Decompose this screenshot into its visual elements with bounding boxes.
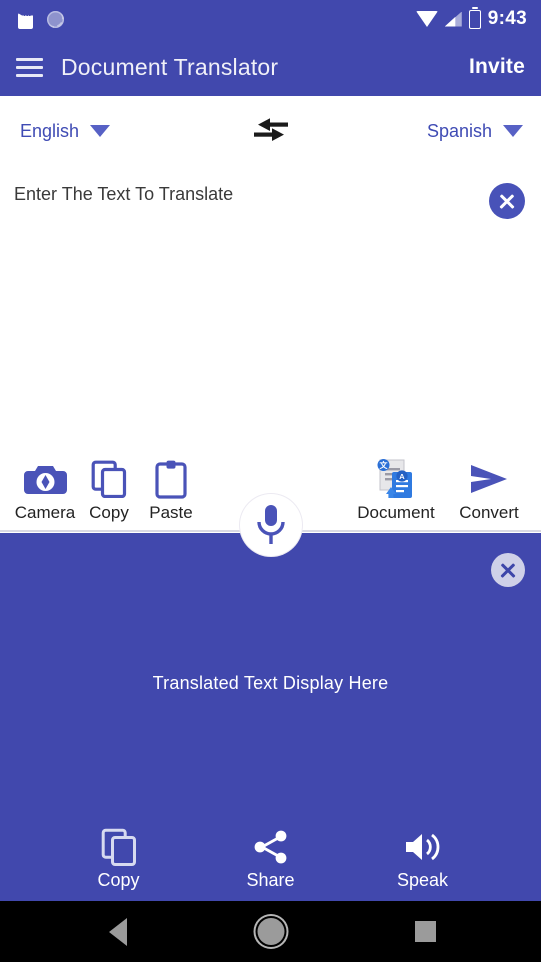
sync-icon	[47, 10, 64, 28]
android-navigation-bar	[0, 901, 541, 962]
target-language-dropdown[interactable]: Spanish	[427, 121, 523, 142]
svg-text:文: 文	[380, 460, 389, 470]
share-translation-button[interactable]: Share	[234, 826, 308, 891]
chevron-down-icon	[503, 125, 523, 137]
source-language-label: English	[20, 120, 80, 141]
copy-icon	[91, 457, 127, 500]
copy-label: Copy	[89, 503, 129, 522]
svg-text:A: A	[399, 472, 405, 481]
translated-text-panel: Translated Text Display Here Copy Share …	[0, 533, 541, 901]
hamburger-menu-icon[interactable]	[16, 57, 43, 77]
output-action-toolbar: Copy Share Speak	[0, 826, 541, 891]
language-selector-bar: English Spanish	[0, 96, 541, 166]
copy-button[interactable]: Copy	[78, 452, 140, 523]
clear-source-text-button[interactable]	[489, 183, 525, 219]
translated-text: Translated Text Display Here	[152, 672, 389, 693]
back-triangle-icon[interactable]	[109, 917, 127, 946]
copy-translation-button[interactable]: Copy	[82, 826, 156, 891]
camera-label: Camera	[14, 503, 76, 522]
source-text-panel: Enter The Text To Translate	[0, 166, 541, 452]
status-bar-right-icons: 9:43	[415, 8, 527, 30]
microphone-button[interactable]	[239, 494, 302, 556]
status-bar: 9:43	[0, 0, 541, 38]
source-language-dropdown[interactable]: English	[20, 120, 111, 142]
document-label: Document	[357, 503, 435, 522]
status-bar-clock: 9:43	[487, 8, 527, 29]
paste-button[interactable]: Paste	[140, 452, 202, 523]
share-label: Share	[246, 870, 295, 890]
battery-charging-icon	[468, 9, 481, 29]
swap-languages-button[interactable]	[248, 113, 294, 149]
document-translate-icon: 文 A	[373, 457, 419, 500]
app-bar: Document Translator Invite	[0, 38, 541, 96]
cellular-signal-icon	[444, 11, 462, 27]
speak-translation-button[interactable]: Speak	[386, 826, 460, 891]
page-title: Document Translator	[61, 53, 279, 80]
app-screen: 9:43 Document Translator Invite English	[0, 0, 541, 962]
send-arrow-icon	[467, 457, 511, 500]
camera-icon	[23, 457, 67, 500]
paste-label: Paste	[149, 503, 193, 522]
chevron-down-icon	[90, 125, 111, 137]
copy-label: Copy	[97, 870, 140, 890]
share-nodes-icon	[252, 826, 290, 868]
microphone-icon	[256, 505, 285, 544]
close-icon	[498, 192, 516, 210]
convert-label: Convert	[459, 503, 519, 522]
wifi-icon	[415, 11, 438, 27]
speaker-volume-icon	[403, 826, 443, 868]
document-button[interactable]: 文 A Document	[351, 452, 441, 523]
convert-button[interactable]: Convert	[441, 452, 537, 523]
target-language-label: Spanish	[426, 120, 492, 141]
source-text-input[interactable]: Enter The Text To Translate	[14, 184, 233, 205]
camera-button[interactable]: Camera	[12, 452, 78, 523]
home-circle-icon[interactable]	[257, 918, 284, 945]
speak-label: Speak	[396, 870, 449, 890]
recents-square-icon[interactable]	[415, 921, 436, 942]
swap-arrows-icon	[253, 118, 288, 141]
paste-clipboard-icon	[154, 457, 188, 500]
copy-icon	[101, 826, 137, 868]
invite-button[interactable]: Invite	[469, 55, 525, 79]
status-bar-left-icons	[18, 9, 64, 29]
sd-card-icon	[18, 9, 33, 29]
